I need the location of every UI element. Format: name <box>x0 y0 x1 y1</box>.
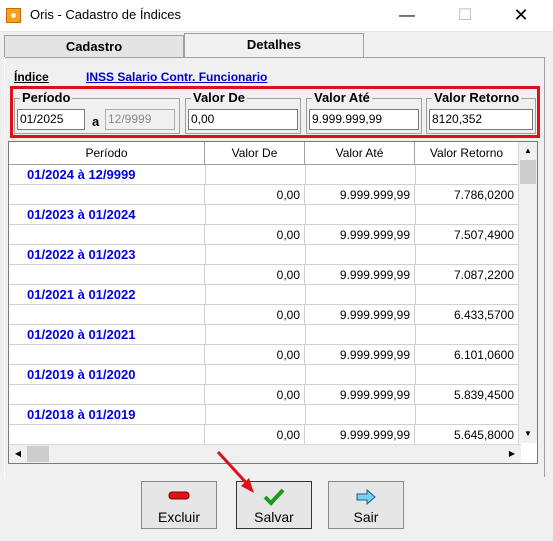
window: Oris - Cadastro de Índices — ☐ ✕ Cadastr… <box>0 0 553 541</box>
red-pointer-arrow <box>216 450 254 493</box>
